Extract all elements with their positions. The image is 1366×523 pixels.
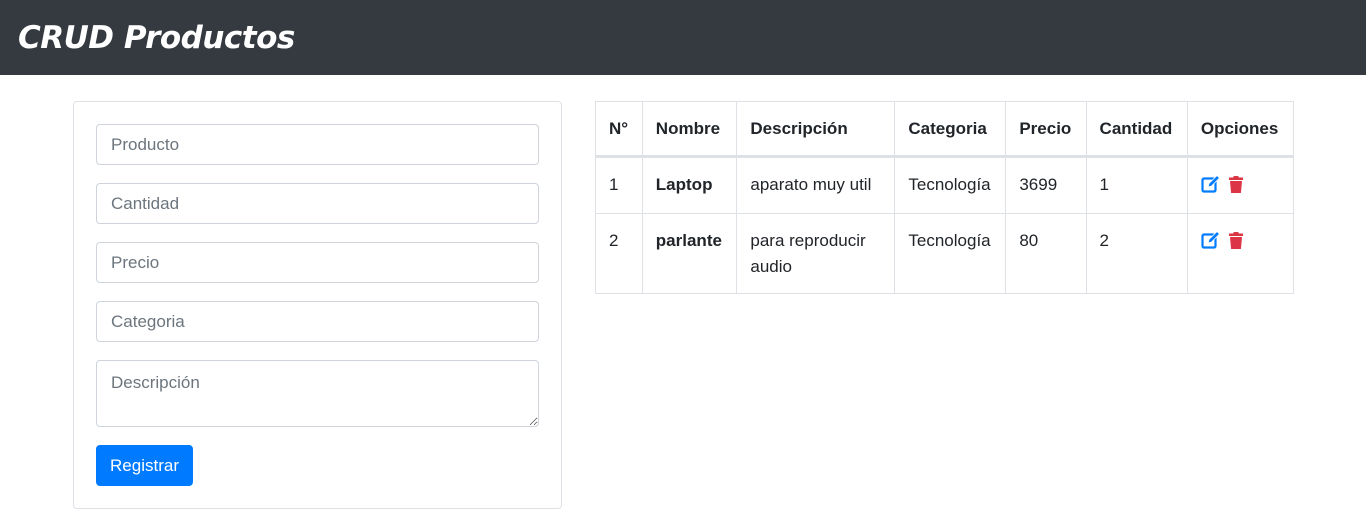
edit-icon[interactable] [1201,174,1221,194]
header-descripcion: Descripción [736,101,896,158]
table-row: 1 Laptop aparato muy util Tecnología 369… [595,156,1295,214]
navbar: CRUD Productos [0,0,1366,75]
cell-categoria: Tecnología [894,156,1007,214]
app-title: CRUD Productos [18,19,295,56]
cell-precio: 80 [1005,213,1087,294]
cantidad-input[interactable] [96,183,539,224]
products-table: N° Nombre Descripción Categoria Precio C… [595,101,1295,294]
trash-icon[interactable] [1226,174,1246,194]
cell-nombre: Laptop [641,156,738,214]
cell-opciones [1186,213,1295,294]
cell-n: 1 [595,156,643,214]
header-opciones: Opciones [1186,101,1295,158]
header-precio: Precio [1005,101,1087,158]
products-table-wrap: N° Nombre Descripción Categoria Precio C… [595,101,1295,294]
descripcion-textarea[interactable] [96,360,539,427]
trash-icon[interactable] [1226,230,1246,250]
product-form-card: Registrar [73,101,562,509]
cell-descripcion: aparato muy util [736,156,896,214]
header-nombre: Nombre [641,101,738,158]
header-cantidad: Cantidad [1085,101,1188,158]
categoria-input[interactable] [96,301,539,342]
cell-cantidad: 2 [1085,213,1188,294]
precio-input[interactable] [96,242,539,283]
cell-precio: 3699 [1005,156,1087,214]
cell-nombre: parlante [641,213,738,294]
header-categoria: Categoria [894,101,1007,158]
producto-input[interactable] [96,124,539,165]
edit-icon[interactable] [1201,230,1221,250]
cell-cantidad: 1 [1085,156,1188,214]
table-header-row: N° Nombre Descripción Categoria Precio C… [595,101,1295,158]
registrar-button[interactable]: Registrar [96,445,193,486]
header-n: N° [595,101,643,158]
table-row: 2 parlante para reproducir audio Tecnolo… [595,213,1295,294]
cell-n: 2 [595,213,643,294]
cell-categoria: Tecnología [894,213,1007,294]
cell-opciones [1186,156,1295,214]
cell-descripcion: para reproducir audio [736,213,896,294]
